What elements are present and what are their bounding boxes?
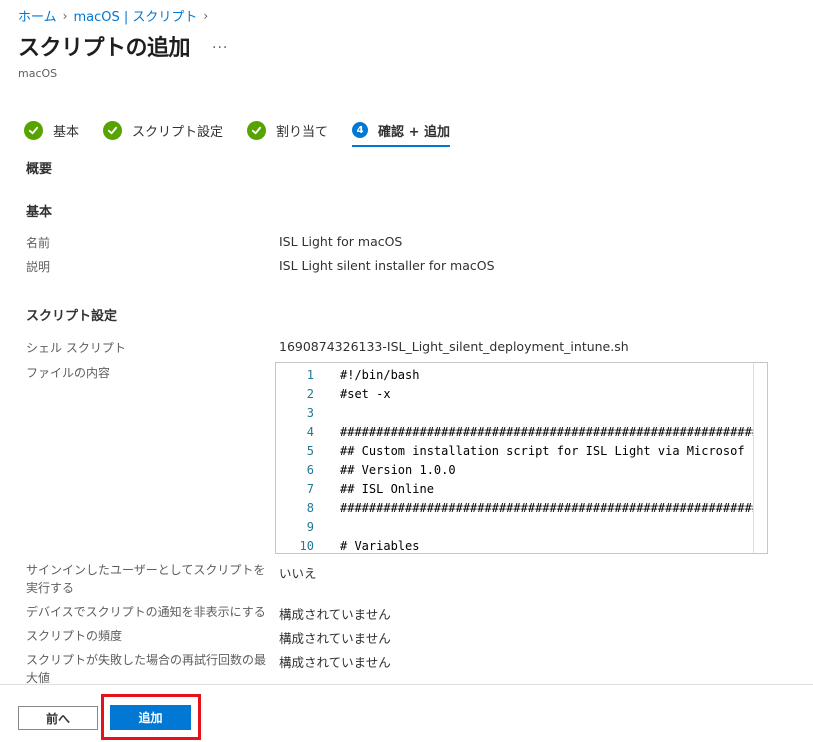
code-line: 4 #######################################… [276,423,754,442]
code-text: ## ISL Online [340,482,434,496]
code-text: # Variables [340,539,420,553]
name-label: 名前 [26,236,51,250]
line-number: 9 [306,520,314,534]
breadcrumb-home-link[interactable]: ホーム [18,6,57,25]
step-assignments[interactable]: 割り当て [247,116,328,144]
step-basics[interactable]: 基本 [24,116,79,144]
wizard-steps: 基本 スクリプト設定 割り当て 4 確認 + 追加 [24,116,474,147]
frequency-label: スクリプトの頻度 [26,629,123,643]
line-number: 5 [306,444,314,458]
script-code-viewer[interactable]: 1 #!/bin/bash 2 #set -x 3 4 ###############… [275,362,768,554]
previous-button[interactable]: 前へ [18,706,98,730]
basics-heading: 基本 [26,205,53,220]
line-number: 1 [306,368,314,382]
breadcrumb: ホーム › macOS | スクリプト › [18,6,214,26]
checkmark-icon [247,120,267,140]
step-number-badge: 4 [352,122,369,138]
footer-bar: 前へ 追加 [0,684,813,742]
description-value: ISL Light silent installer for macOS [279,258,495,273]
overview-heading: 概要 [26,162,53,177]
code-line: 8 #######################################… [276,499,754,518]
step-review-create[interactable]: 4 確認 + 追加 [352,116,450,147]
code-line: 6 ## Version 1.0.0 [276,461,754,480]
code-line: 9 [276,518,754,537]
breadcrumb-macos-scripts-link[interactable]: macOS | スクリプト [73,6,197,25]
frequency-value: 構成されていません [279,631,391,646]
step-script-settings[interactable]: スクリプト設定 [103,116,223,144]
code-line: 3 [276,404,754,423]
max-retries-label: スクリプトが失敗した場合の再試行回数の最大値 [26,653,267,685]
code-line: 1 #!/bin/bash [276,366,754,385]
code-line: 7 ## ISL Online [276,480,754,499]
line-number: 2 [306,387,314,401]
code-text: #set -x [340,387,391,401]
code-text: ## Custom installation script for ISL Li… [340,444,745,458]
script-settings-heading: スクリプト設定 [26,309,118,324]
step-label: 確認 + 追加 [378,124,450,140]
shell-script-label: シェル スクリプト [26,341,126,355]
description-label: 説明 [26,260,51,274]
run-as-signed-in-value: いいえ [279,566,317,581]
code-text: ########################################… [340,501,754,515]
line-number: 8 [306,501,314,515]
code-scrollbar[interactable] [753,363,767,553]
code-text: #!/bin/bash [340,368,420,382]
code-line: 10 # Variables [276,537,754,553]
file-content-label: ファイルの内容 [26,366,111,380]
checkmark-icon [24,120,43,140]
max-retries-value: 構成されていません [279,655,391,670]
name-value: ISL Light for macOS [279,234,403,249]
step-label: 割り当て [276,124,329,140]
line-number: 10 [299,539,314,553]
code-text: ## Version 1.0.0 [340,463,456,477]
hide-notifications-label: デバイスでスクリプトの通知を非表示にする [26,605,266,619]
step-label: スクリプト設定 [132,124,224,140]
more-options-icon[interactable]: ··· [212,40,228,56]
page-subtitle: macOS [18,67,58,80]
chevron-right-icon: › [203,8,209,23]
line-number: 7 [306,482,314,496]
run-as-signed-in-label: サインインしたユーザーとしてスクリプトを実行する [26,563,266,595]
add-button[interactable]: 追加 [110,705,191,730]
code-line: 5 ## Custom installation script for ISL L… [276,442,754,461]
step-label: 基本 [53,124,80,140]
checkmark-icon [103,120,123,140]
chevron-right-icon: › [62,8,68,23]
shell-script-value: 1690874326133-ISL_Light_silent_deploymen… [279,339,629,354]
page-title: スクリプトの追加 [18,36,191,61]
code-line: 2 #set -x [276,385,754,404]
title-row: スクリプトの追加 ··· [18,30,228,62]
code-text: ########################################… [340,425,754,439]
line-number: 6 [306,463,314,477]
line-number: 3 [306,406,314,420]
hide-notifications-value: 構成されていません [279,607,391,622]
line-number: 4 [306,425,314,439]
